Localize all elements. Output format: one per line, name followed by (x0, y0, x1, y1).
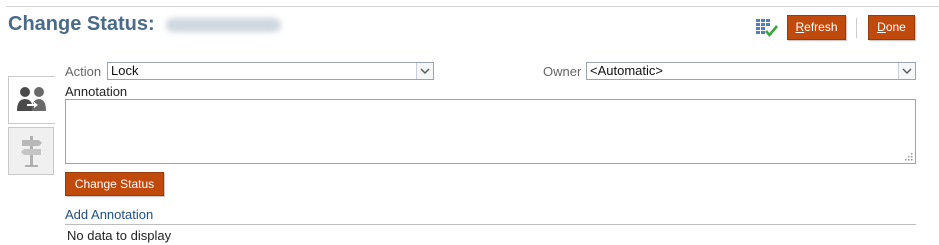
page-title-text: Change Status: (8, 13, 155, 35)
grid-check-icon[interactable] (756, 18, 778, 38)
signpost-icon (21, 136, 42, 167)
add-annotation-link[interactable]: Add Annotation (65, 207, 153, 222)
empty-annotations-text: No data to display (67, 228, 172, 243)
done-button[interactable]: Done (868, 15, 915, 40)
side-tab-bar (8, 76, 55, 175)
tab-change-status[interactable] (8, 76, 55, 124)
redacted-id (166, 17, 282, 32)
top-divider (6, 6, 939, 7)
users-transfer-icon (17, 87, 46, 111)
change-status-button[interactable]: Change Status (65, 172, 164, 196)
owner-select-value: <Automatic> (590, 63, 663, 78)
chevron-down-icon (416, 63, 433, 79)
owner-label: Owner (543, 64, 582, 79)
tab-workflow[interactable] (8, 127, 54, 175)
action-select-value: Lock (111, 63, 139, 78)
annotation-label: Annotation (65, 84, 128, 99)
toolbar-separator (856, 18, 857, 38)
refresh-mnemonic: R (795, 20, 805, 34)
action-select[interactable]: Lock (107, 62, 434, 80)
refresh-button[interactable]: Refresh (787, 15, 846, 40)
page-title: Change Status: (8, 13, 282, 36)
done-mnemonic: D (877, 20, 886, 34)
action-label: Action (65, 64, 102, 79)
annotation-textarea[interactable] (65, 99, 916, 164)
done-label: one (885, 20, 906, 34)
owner-select[interactable]: <Automatic> (586, 62, 916, 80)
annotations-divider (65, 224, 916, 225)
chevron-down-icon (898, 63, 915, 79)
resize-grip-icon[interactable] (905, 153, 913, 161)
refresh-label: efresh (804, 20, 838, 34)
